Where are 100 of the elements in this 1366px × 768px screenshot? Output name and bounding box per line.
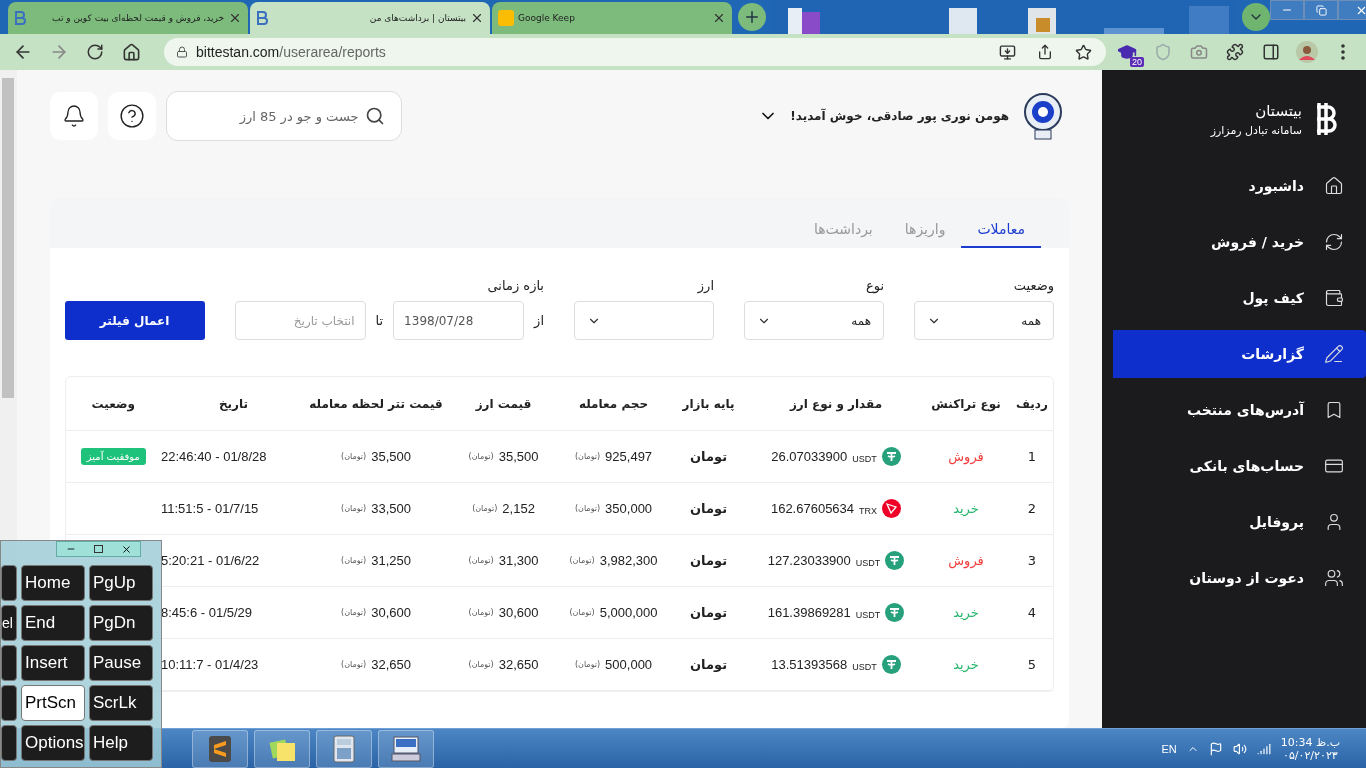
market-base: تومان bbox=[689, 501, 728, 516]
keyboard-key[interactable]: el bbox=[1, 605, 17, 641]
tab[interactable]: معاملات bbox=[961, 212, 1041, 248]
nav-label[interactable]: حساب‌های بانکی bbox=[1189, 458, 1304, 474]
avatar-icon bbox=[1021, 92, 1065, 140]
taskbar-app[interactable] bbox=[254, 729, 310, 768]
nav-item[interactable]: دعوت از دوستان bbox=[1113, 554, 1366, 602]
volume: 5,000,000 bbox=[599, 605, 658, 620]
nav-label[interactable]: پروفایل bbox=[1249, 514, 1304, 530]
nav-label[interactable]: دعوت از دوستان bbox=[1189, 570, 1304, 586]
browser-tab[interactable]: Google Keep bbox=[492, 2, 732, 34]
date-time: 11:51:5 - 01/7/15 bbox=[161, 501, 259, 516]
type-select[interactable]: همه bbox=[744, 301, 884, 340]
extension-button[interactable]: 20 bbox=[1112, 37, 1142, 67]
unit-label: (تومان) bbox=[569, 608, 595, 617]
amount: 161.39869281 bbox=[767, 605, 851, 620]
restore-icon bbox=[1315, 4, 1327, 16]
amount: 127.23033900 bbox=[767, 553, 851, 568]
monitor-download-icon bbox=[998, 43, 1016, 61]
nav-label[interactable]: خرید / فروش bbox=[1211, 234, 1304, 250]
apply-filter-button[interactable]: اعمال فیلتر bbox=[64, 301, 205, 340]
search-field[interactable]: جست و جو در 85 ارز bbox=[165, 91, 402, 141]
help-button[interactable] bbox=[107, 92, 156, 140]
taskbar-app[interactable] bbox=[192, 729, 248, 768]
close-icon[interactable] bbox=[712, 11, 726, 25]
unit-label: (تومان) bbox=[472, 504, 498, 513]
nav-label[interactable]: داشبورد bbox=[1248, 178, 1304, 194]
notification-button[interactable] bbox=[49, 92, 98, 140]
keyboard-key[interactable] bbox=[1, 725, 17, 761]
column-header: پایه بازار bbox=[681, 396, 736, 411]
nav-label[interactable]: کیف پول bbox=[1242, 290, 1304, 306]
search-input[interactable]: جست و جو در 85 ارز bbox=[210, 107, 361, 125]
tab-title[interactable]: Google Keep bbox=[518, 13, 708, 23]
keyboard-key[interactable]: Options bbox=[21, 725, 85, 761]
editor-icon bbox=[209, 735, 231, 762]
keyboard-key[interactable]: PrtScn bbox=[21, 685, 85, 721]
calculator-icon bbox=[333, 734, 355, 763]
keyboard-key[interactable]: Home bbox=[21, 565, 85, 601]
column-header: وضعیت bbox=[90, 396, 136, 411]
browser-tab[interactable]: خرید، فروش و قیمت لحظه‌ای بیت کوین و تب bbox=[8, 2, 248, 34]
clock[interactable]: ب.ظ 10:34 ۰۵/۰۲/۲۰۲۳ bbox=[1280, 735, 1340, 762]
price: 32,650 bbox=[498, 657, 539, 672]
row-number: 2 bbox=[1027, 501, 1037, 516]
keyboard-key[interactable]: Pause bbox=[89, 645, 153, 681]
scrollbar-thumb[interactable] bbox=[2, 78, 14, 398]
signal-icon[interactable] bbox=[1256, 741, 1271, 756]
nav-item[interactable]: حساب‌های بانکی bbox=[1113, 442, 1366, 490]
tether-price: 33,500 bbox=[371, 501, 411, 516]
taskbar-app[interactable] bbox=[316, 729, 372, 768]
keyboard-key[interactable]: End bbox=[21, 605, 85, 641]
tether-price: 32,650 bbox=[371, 657, 411, 672]
nav-label[interactable]: گزارشات bbox=[1241, 346, 1304, 362]
nav-item[interactable]: گزارشات bbox=[1113, 330, 1366, 378]
date-time: 8:45:6 - 01/5/29 bbox=[161, 605, 253, 620]
column-header: نوع تراکنش bbox=[930, 396, 1002, 411]
to-date-field[interactable]: انتخاب تاریخ bbox=[234, 301, 366, 340]
status-select[interactable]: همه bbox=[914, 301, 1054, 340]
language-indicator[interactable]: EN bbox=[1161, 742, 1177, 755]
browser-tab[interactable]: بیتستان | برداشت‌های من bbox=[250, 2, 490, 34]
to-label: تا bbox=[375, 313, 384, 328]
column-header: تاریخ bbox=[217, 396, 250, 411]
keyboard-key[interactable]: Insert bbox=[21, 645, 85, 681]
taskbar-app[interactable] bbox=[378, 729, 434, 768]
keyboard-key[interactable]: PgUp bbox=[89, 565, 153, 601]
market-base: تومان bbox=[689, 605, 728, 620]
search-icon bbox=[364, 106, 385, 126]
keyboard-key[interactable]: Help bbox=[89, 725, 153, 761]
nav-item[interactable]: کیف پول bbox=[1113, 274, 1366, 322]
from-date-field[interactable]: 1398/07/28 bbox=[393, 301, 525, 340]
volume-icon[interactable] bbox=[1232, 741, 1247, 756]
column-header: قیمت تتر لحظه معامله bbox=[308, 396, 444, 411]
close-icon bbox=[120, 543, 132, 555]
date-time: 10:11:7 - 01/4/23 bbox=[161, 657, 259, 672]
tab-title[interactable]: بیتستان | برداشت‌های من bbox=[272, 13, 466, 23]
nav-item[interactable]: داشبورد bbox=[1113, 162, 1366, 210]
close-icon[interactable] bbox=[470, 11, 484, 25]
nav-item[interactable]: پروفایل bbox=[1113, 498, 1366, 546]
unit-label: (تومان) bbox=[468, 556, 494, 565]
flag-icon[interactable] bbox=[1208, 741, 1223, 756]
new-tab-button[interactable] bbox=[738, 3, 766, 31]
keyboard-key[interactable]: PgDn bbox=[89, 605, 153, 641]
address-bar[interactable]: bittestan.com/userarea/reports bbox=[164, 38, 1106, 66]
nav-label[interactable]: آدرس‌های منتخب bbox=[1186, 402, 1304, 418]
puzzle-icon bbox=[1226, 43, 1244, 61]
tron-icon bbox=[882, 499, 902, 518]
keyboard-key[interactable] bbox=[1, 645, 17, 681]
close-icon[interactable] bbox=[228, 11, 242, 25]
tab-title[interactable]: خرید، فروش و قیمت لحظه‌ای بیت کوین و تب bbox=[30, 13, 224, 23]
users-icon bbox=[1324, 568, 1344, 588]
tether-icon bbox=[881, 447, 901, 466]
filter-label: نوع bbox=[864, 278, 884, 293]
nav-item[interactable]: آدرس‌های منتخب bbox=[1113, 386, 1366, 434]
keyboard-key[interactable]: ScrLk bbox=[89, 685, 153, 721]
share-icon bbox=[1037, 44, 1053, 60]
brand-name: بیتستان bbox=[1254, 101, 1302, 120]
keyboard-key[interactable] bbox=[1, 565, 17, 601]
nav-item[interactable]: خرید / فروش bbox=[1113, 218, 1366, 266]
keyboard-key[interactable] bbox=[1, 685, 17, 721]
tether-icon bbox=[881, 655, 901, 674]
unit-label: (تومان) bbox=[468, 660, 494, 669]
